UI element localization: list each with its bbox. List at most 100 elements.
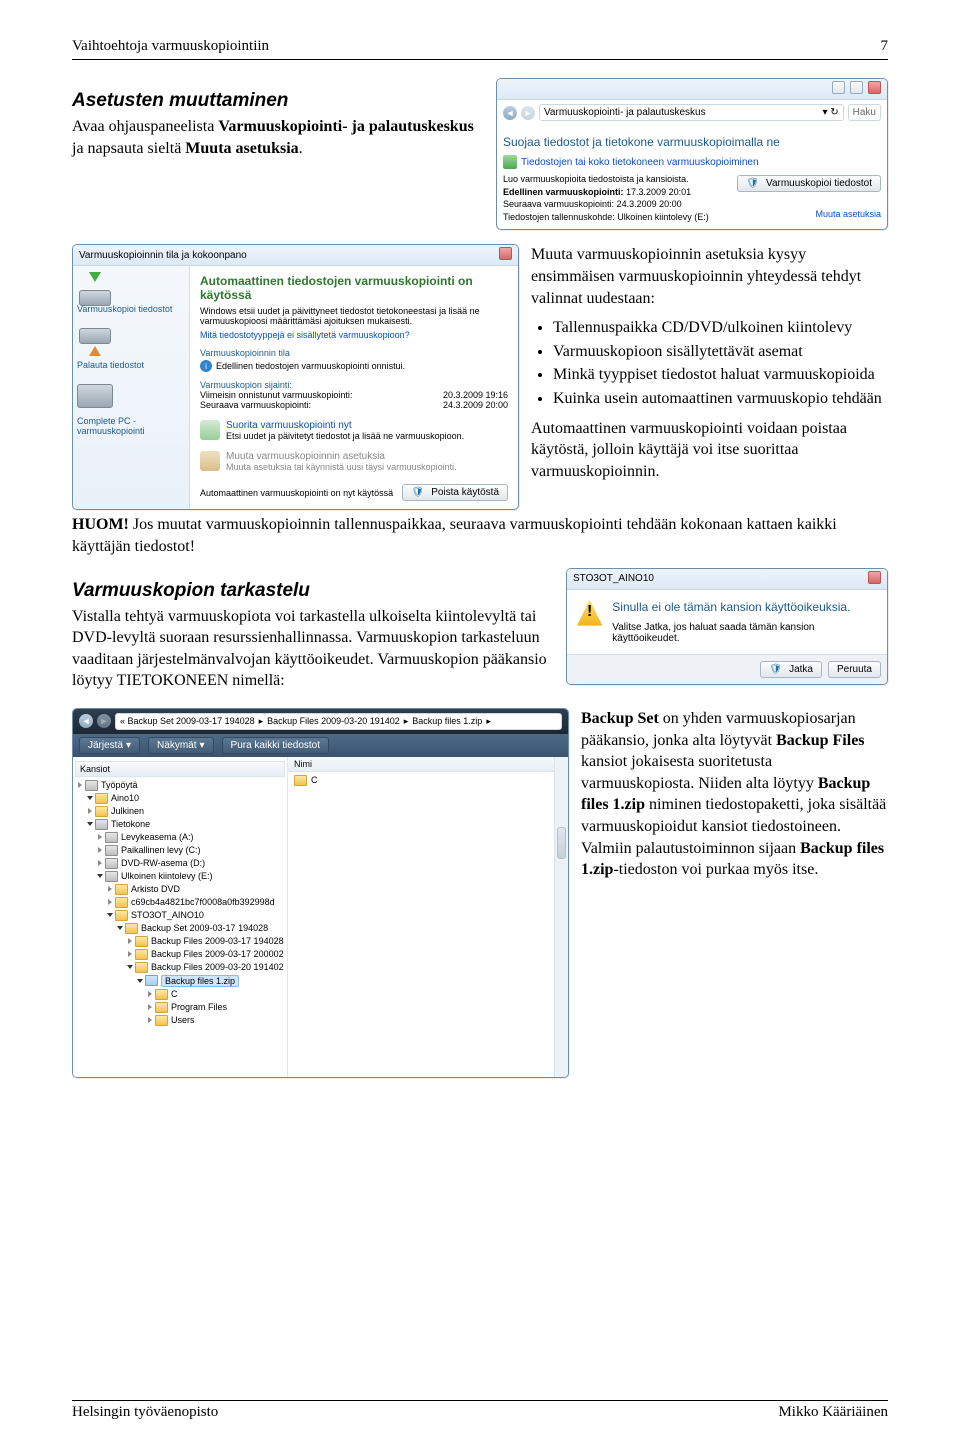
change-settings-link[interactable]: Muuta asetuksia <box>815 209 881 219</box>
tree-node[interactable]: Aino10 <box>75 792 285 805</box>
tree-node[interactable]: Työpöytä <box>75 779 285 792</box>
extract-button[interactable]: Pura kaikki tiedostot <box>222 737 330 754</box>
expand-icon[interactable] <box>87 796 93 800</box>
tree-node[interactable]: Ulkoinen kiintolevy (E:) <box>75 870 285 883</box>
tree-node[interactable]: Tietokone <box>75 818 285 831</box>
min-icon[interactable] <box>832 81 845 94</box>
expand-icon[interactable] <box>108 899 112 905</box>
expand-icon[interactable] <box>98 847 102 853</box>
expand-icon[interactable] <box>107 913 113 917</box>
page-header: Vaihtoehtoja varmuuskopiointiin 7 <box>72 38 888 55</box>
run-icon <box>200 420 220 440</box>
scrollbar[interactable] <box>554 757 568 1077</box>
tree-node[interactable]: Program Files <box>75 1001 285 1014</box>
tree-node[interactable]: DVD-RW-asema (D:) <box>75 857 285 870</box>
expand-icon[interactable] <box>137 979 143 983</box>
continue-button[interactable]: 🛡Jatka <box>760 661 822 678</box>
nav-back-icon[interactable]: ◄ <box>503 106 517 120</box>
run-backup-link[interactable]: Suorita varmuuskopiointi nyt <box>226 420 464 431</box>
pb-q1[interactable]: Mitä tiedostotyyppejä ei sisällytetä var… <box>200 330 508 340</box>
file-list[interactable]: Nimi C <box>287 757 554 1077</box>
tree-node[interactable]: Backup Set 2009-03-17 194028 <box>75 922 285 935</box>
expand-icon[interactable] <box>78 782 82 788</box>
pa-link-backup[interactable]: Tiedostojen tai koko tietokoneen varmuus… <box>521 157 759 168</box>
tree-node[interactable]: Julkinen <box>75 805 285 818</box>
footer-left: Helsingin työväenopisto <box>72 1404 218 1421</box>
tree-label: Työpöytä <box>101 780 138 790</box>
nav-fwd-icon[interactable]: ► <box>97 714 111 728</box>
expand-icon[interactable] <box>98 860 102 866</box>
tree-node[interactable]: STO3OT_AINO10 <box>75 909 285 922</box>
nav-back-icon[interactable]: ◄ <box>79 714 93 728</box>
list-header: Nimi <box>288 757 554 772</box>
tree-node[interactable]: Paikallinen levy (C:) <box>75 844 285 857</box>
tree-label: Users <box>171 1015 195 1025</box>
tree-node[interactable]: c69cb4a4821bc7f0008a0fb392998d <box>75 896 285 909</box>
close-icon[interactable] <box>868 571 881 584</box>
drive-icon <box>77 384 113 408</box>
expand-icon[interactable] <box>148 991 152 997</box>
tree-node[interactable]: Users <box>75 1014 285 1027</box>
expand-icon[interactable] <box>127 965 133 969</box>
backup-now-button[interactable]: 🛡Varmuuskopioi tiedostot <box>737 175 881 192</box>
tree-node[interactable]: C <box>75 988 285 1001</box>
list-item[interactable]: C <box>288 772 554 789</box>
change-backup-link[interactable]: Muuta varmuuskopioinnin asetuksia <box>226 451 457 462</box>
list-item: Minkä tyyppiset tiedostot haluat varmuus… <box>553 364 888 386</box>
tree-node[interactable]: Backup Files 2009-03-20 191402 <box>75 961 285 974</box>
sidebar-item-restore[interactable]: Palauta tiedostot <box>77 328 185 370</box>
expand-icon[interactable] <box>128 951 132 957</box>
folder-icon <box>115 884 128 895</box>
shield-icon: 🛡 <box>411 487 424 498</box>
tree-label: Tietokone <box>111 819 150 829</box>
nav-fwd-icon[interactable]: ► <box>521 106 535 120</box>
breadcrumb[interactable]: « Backup Set 2009-03-17 194028▸ Backup F… <box>115 713 562 730</box>
expand-icon[interactable] <box>117 926 123 930</box>
folder-icon <box>155 989 168 1000</box>
max-icon[interactable] <box>850 81 863 94</box>
disable-button[interactable]: 🛡Poista käytöstä <box>402 484 508 501</box>
folder-icon <box>95 793 108 804</box>
folder-tree[interactable]: Kansiot TyöpöytäAino10JulkinenTietokoneL… <box>73 757 287 1077</box>
tree-node[interactable]: Backup Files 2009-03-17 200002 <box>75 948 285 961</box>
section2-title: Varmuuskopion tarkastelu <box>72 580 554 602</box>
expand-icon[interactable] <box>128 938 132 944</box>
tree-node[interactable]: Backup files 1.zip <box>75 974 285 988</box>
close-icon[interactable] <box>499 247 512 260</box>
tree-node[interactable]: Arkisto DVD <box>75 883 285 896</box>
expand-icon[interactable] <box>87 822 93 826</box>
pb-s1: Varmuuskopioinnin tila <box>200 348 508 358</box>
tree-label: Aino10 <box>111 793 139 803</box>
list-item: Varmuuskopioon sisällytettävät asemat <box>553 341 888 363</box>
sidebar-item-complete-pc[interactable]: Complete PC -varmuuskopiointi <box>77 384 185 436</box>
backup-icon <box>503 155 517 169</box>
pc-msg2: Valitse Jatka, jos haluat saada tämän ka… <box>612 622 877 644</box>
expand-icon[interactable] <box>98 834 102 840</box>
tree-node[interactable]: Levykeasema (A:) <box>75 831 285 844</box>
section2-p1: Vistalla tehtyä varmuuskopiota voi tarka… <box>72 606 554 692</box>
tree-node[interactable]: Backup Files 2009-03-17 194028 <box>75 935 285 948</box>
footer-right: Mikko Kääriäinen <box>778 1404 888 1421</box>
organize-button[interactable]: Järjestä ▾ <box>79 737 140 754</box>
expand-icon[interactable] <box>88 808 92 814</box>
breadcrumb[interactable]: Varmuuskopiointi- ja palautuskeskus▾ ↻ <box>539 104 844 121</box>
pc-title: STO3OT_AINO10 <box>573 573 654 584</box>
tree-label: Julkinen <box>111 806 144 816</box>
folder-icon <box>294 775 307 786</box>
expand-icon[interactable] <box>148 1017 152 1023</box>
backup-explain: Backup Set on yhden varmuuskopiosarjan p… <box>581 708 888 881</box>
tree-label: Levykeasema (A:) <box>121 832 194 842</box>
drive-icon <box>105 858 118 869</box>
close-icon[interactable] <box>868 81 881 94</box>
drive-icon <box>85 780 98 791</box>
expand-icon[interactable] <box>97 874 103 878</box>
page-footer: Helsingin työväenopisto Mikko Kääriäinen <box>72 1400 888 1421</box>
views-button[interactable]: Näkymät ▾ <box>148 737 213 754</box>
cancel-button[interactable]: Peruuta <box>828 661 881 678</box>
expand-icon[interactable] <box>148 1004 152 1010</box>
search-input[interactable]: Haku <box>848 104 881 121</box>
expand-icon[interactable] <box>108 886 112 892</box>
tree-label: Backup files 1.zip <box>161 975 239 987</box>
section1-title: Asetusten muuttaminen <box>72 90 484 112</box>
sidebar-item-backup[interactable]: Varmuuskopioi tiedostot <box>77 272 185 314</box>
